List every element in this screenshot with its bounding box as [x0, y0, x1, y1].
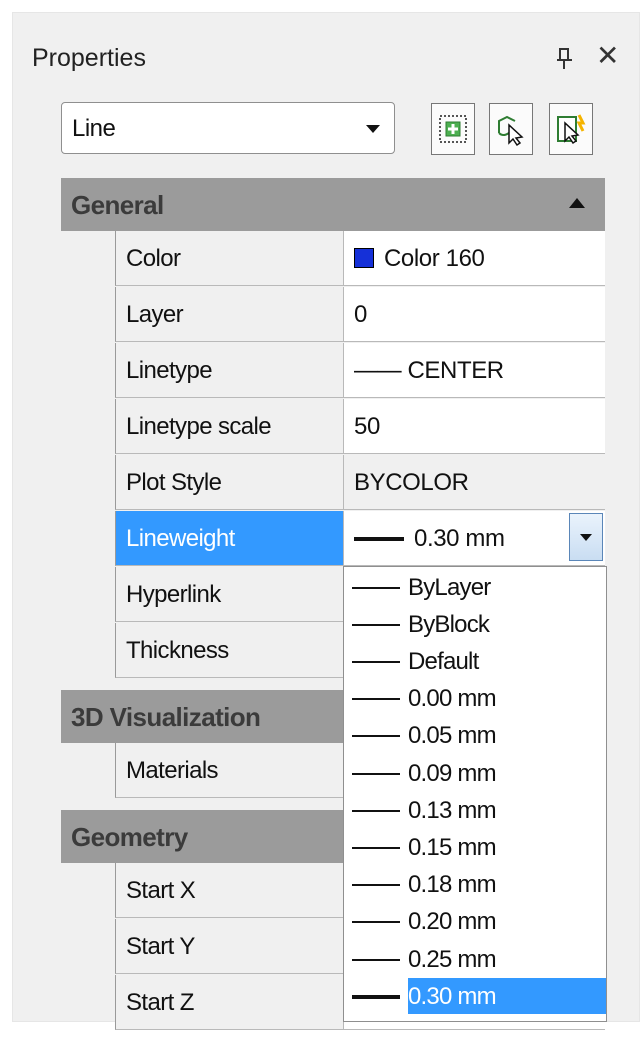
- lineweight-option[interactable]: Default: [344, 643, 606, 679]
- lineweight-dropdown-button[interactable]: [569, 513, 603, 561]
- property-row-plot-style: Plot Style BYCOLOR: [115, 455, 605, 511]
- lineweight-option[interactable]: 0.00 mm: [344, 680, 606, 716]
- select-objects-icon: [498, 115, 524, 147]
- lineweight-option[interactable]: 0.20 mm: [344, 903, 606, 939]
- lineweight-option[interactable]: ByBlock: [344, 606, 606, 642]
- property-value: 0: [354, 301, 367, 328]
- section-general-label: General: [71, 190, 164, 220]
- property-label: Plot Style: [126, 469, 222, 496]
- pin-icon[interactable]: [556, 48, 574, 70]
- property-label: Thickness: [126, 637, 229, 664]
- lineweight-option[interactable]: 0.09 mm: [344, 755, 606, 791]
- chevron-down-icon: [366, 125, 380, 133]
- color-swatch: [354, 248, 374, 268]
- lineweight-option[interactable]: 0.05 mm: [344, 717, 606, 753]
- section-geometry-label: Geometry: [71, 822, 188, 852]
- toggle-pickadd-button[interactable]: [431, 103, 475, 155]
- lineweight-option-selected[interactable]: 0.30 mm: [344, 978, 606, 1014]
- property-label: Start X: [126, 877, 196, 904]
- property-label: Hyperlink: [126, 581, 221, 608]
- property-label: Lineweight: [126, 525, 235, 552]
- lineweight-dropdown-list[interactable]: ByLayer ByBlock Default 0.00 mm 0.05 mm …: [343, 566, 607, 1022]
- property-label: Start Y: [126, 933, 195, 960]
- property-row-layer[interactable]: Layer 0: [115, 287, 605, 343]
- property-label: Linetype scale: [126, 413, 272, 440]
- section-3d-visualization-label: 3D Visualization: [71, 702, 261, 732]
- quick-select-button[interactable]: [549, 103, 593, 155]
- property-label: Materials: [126, 757, 219, 784]
- close-icon[interactable]: ✕: [596, 40, 619, 72]
- select-objects-button[interactable]: [489, 103, 533, 155]
- object-type-value: Line: [72, 115, 116, 142]
- panel-title: Properties: [32, 44, 146, 72]
- pickadd-icon: [439, 115, 467, 143]
- quick-select-icon: [557, 114, 586, 145]
- property-row-linetype-scale[interactable]: Linetype scale 50: [115, 399, 605, 455]
- property-label: Layer: [126, 301, 184, 328]
- lineweight-option[interactable]: ByLayer: [344, 569, 606, 605]
- chevron-down-icon: [580, 534, 592, 541]
- property-label: Start Z: [126, 989, 194, 1016]
- property-value: —— CENTER: [354, 357, 504, 384]
- property-value: Color 160: [384, 245, 485, 272]
- lineweight-option[interactable]: 0.15 mm: [344, 829, 606, 865]
- property-row-linetype[interactable]: Linetype —— CENTER: [115, 343, 605, 399]
- property-label: Linetype: [126, 357, 213, 384]
- lineweight-option[interactable]: 0.25 mm: [344, 941, 606, 977]
- lineweight-preview: [354, 537, 404, 541]
- property-value: BYCOLOR: [354, 469, 469, 496]
- collapse-icon[interactable]: [569, 198, 585, 208]
- property-row-lineweight[interactable]: Lineweight 0.30 mm: [115, 511, 605, 567]
- property-value: 0.30 mm: [414, 525, 505, 552]
- property-value: 50: [354, 413, 380, 440]
- property-row-color[interactable]: Color Color 160: [115, 231, 605, 287]
- object-type-select[interactable]: Line: [61, 102, 395, 154]
- lineweight-option[interactable]: 0.13 mm: [344, 792, 606, 828]
- property-label: Color: [126, 245, 181, 272]
- section-general[interactable]: General: [61, 178, 605, 231]
- lineweight-option[interactable]: 0.18 mm: [344, 866, 606, 902]
